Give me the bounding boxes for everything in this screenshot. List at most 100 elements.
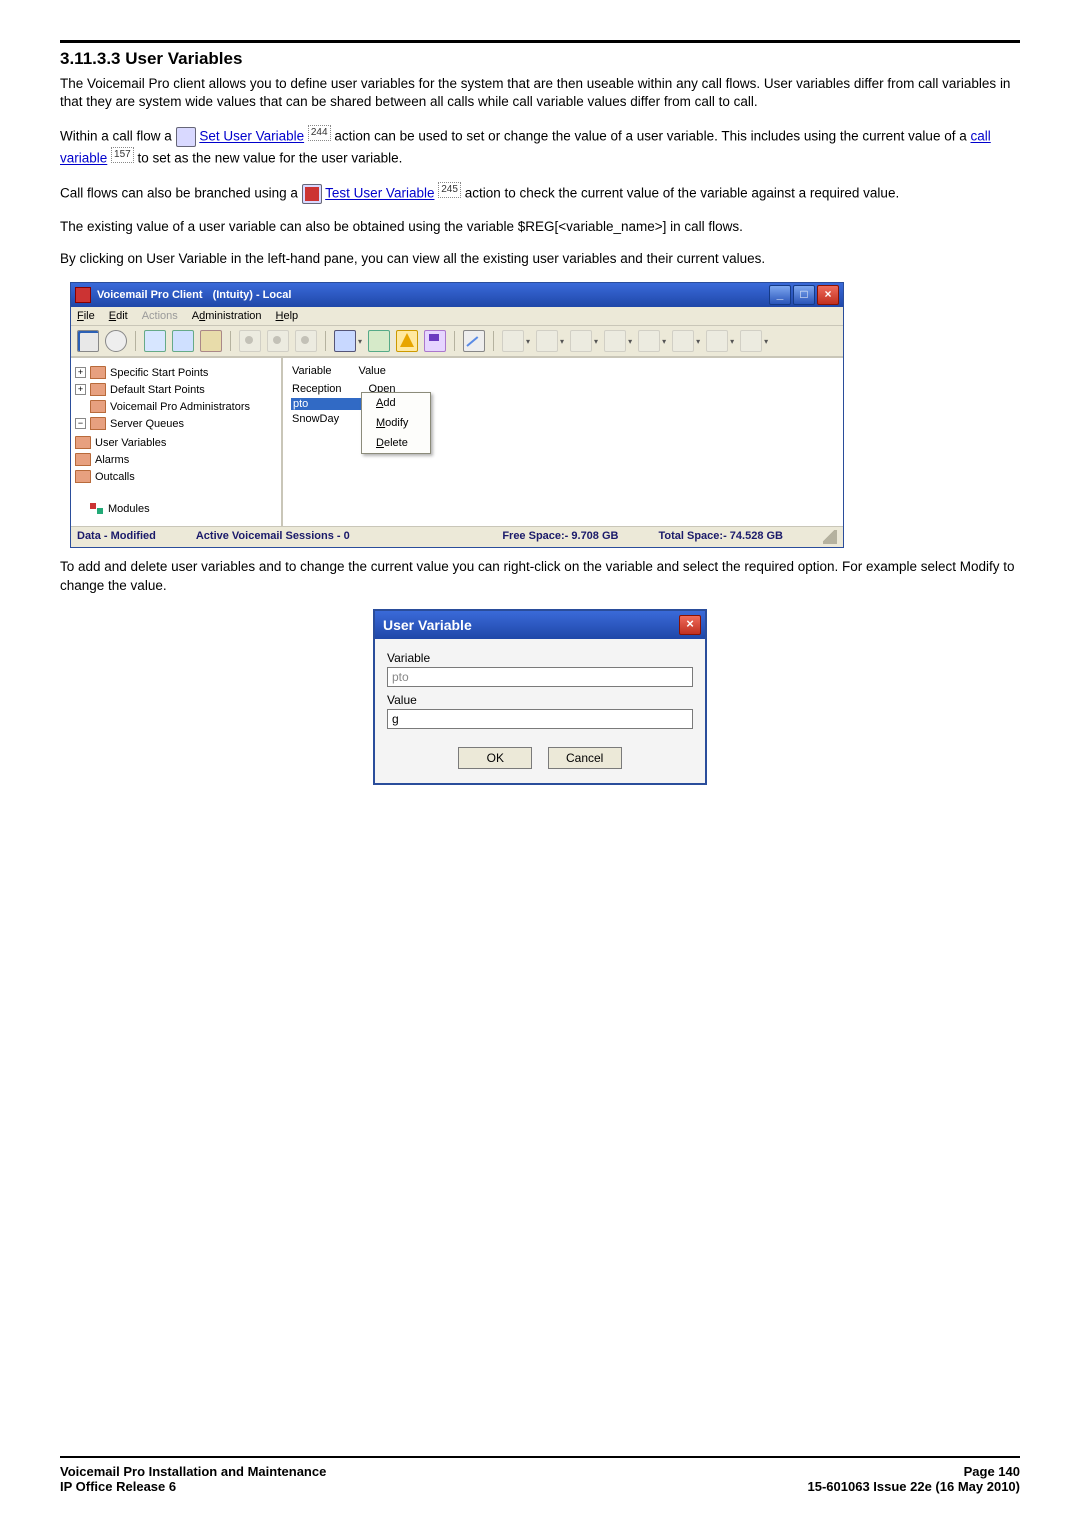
save-icon[interactable] (77, 330, 99, 352)
status-total-space: Total Space:- 74.528 GB (658, 530, 783, 544)
set-user-variable-link[interactable]: Set User Variable (199, 129, 304, 144)
menu-file[interactable]: File (77, 310, 95, 322)
dialog-titlebar: User Variable × (375, 611, 705, 639)
menu-actions: Actions (142, 310, 178, 322)
paragraph-6: To add and delete user variables and to … (60, 558, 1020, 594)
queue-actions-icon[interactable] (740, 330, 768, 352)
minimize-button[interactable]: _ (769, 285, 791, 305)
user-variable-dialog: User Variable × Variable Value OK Cancel (373, 609, 707, 785)
test-user-variable-icon (302, 184, 322, 204)
cancel-button[interactable]: Cancel (548, 747, 622, 769)
tree-vmpro-admins[interactable]: Voicemail Pro Administrators (75, 398, 277, 415)
cell-variable: pto (291, 398, 366, 410)
telephony-actions-icon[interactable] (604, 330, 632, 352)
status-sessions: Active Voicemail Sessions - 0 (196, 530, 350, 544)
tree-user-variables[interactable]: User Variables (75, 434, 277, 451)
tree-label: User Variables (95, 437, 166, 449)
p2-a: Within a call flow a (60, 129, 176, 144)
folder-icon (75, 436, 91, 449)
footer-page: Page 140 (808, 1464, 1021, 1479)
cell-variable: SnowDay (291, 412, 366, 426)
col-variable: Variable (291, 364, 356, 378)
db-actions-icon[interactable] (706, 330, 734, 352)
footer-rule (60, 1456, 1020, 1458)
tree-modules[interactable]: Modules (75, 501, 277, 517)
expand-icon[interactable]: + (75, 384, 86, 395)
tree-specific-start-points[interactable]: + Specific Start Points (75, 364, 277, 381)
tree-alarms[interactable]: Alarms (75, 451, 277, 468)
titlebar: Voicemail Pro Client (Intuity) - Local _… (71, 283, 843, 307)
label-value: Value (387, 693, 693, 707)
top-rule (60, 40, 1020, 43)
p3-b: action to check the current value of the… (465, 186, 900, 201)
folder-icon (90, 383, 106, 396)
status-data: Data - Modified (77, 530, 156, 544)
ctx-modify[interactable]: Modify (362, 413, 430, 433)
close-button[interactable]: × (817, 285, 839, 305)
collapse-icon[interactable]: − (75, 418, 86, 429)
input-variable (387, 667, 693, 687)
tree-default-start-points[interactable]: + Default Start Points (75, 381, 277, 398)
tree-label: Outcalls (95, 471, 135, 483)
dialog-title: User Variable (383, 617, 472, 633)
col-value: Value (358, 364, 410, 378)
preferences-icon[interactable] (105, 330, 127, 352)
menu-administration[interactable]: Administration (192, 310, 262, 322)
expand-icon[interactable]: + (75, 367, 86, 378)
flag-icon[interactable] (424, 330, 446, 352)
paragraph-3: Call flows can also be branched using a … (60, 182, 1020, 204)
variable-header: Variable Value (289, 362, 412, 380)
condition-actions-icon[interactable] (672, 330, 700, 352)
ctx-delete[interactable]: Delete (362, 433, 430, 453)
folder-icon (90, 400, 106, 413)
folder-icon (90, 417, 106, 430)
context-menu: Add Modify Delete (361, 392, 431, 454)
modules-icon (90, 503, 104, 515)
tree-label: Specific Start Points (110, 367, 208, 379)
section-heading: 3.11.3.3 User Variables (60, 49, 1020, 69)
paste-icon[interactable] (200, 330, 222, 352)
tree-outcalls[interactable]: Outcalls (75, 468, 277, 485)
misc-actions-icon[interactable] (638, 330, 666, 352)
test-user-variable-link[interactable]: Test User Variable (325, 186, 434, 201)
connector-tool[interactable] (334, 330, 362, 352)
input-value[interactable] (387, 709, 693, 729)
copy-icon[interactable] (172, 330, 194, 352)
mailbox-actions-icon[interactable] (536, 330, 564, 352)
folder-icon (90, 366, 106, 379)
tree-server-queues[interactable]: − Server Queues (75, 415, 277, 432)
app-subtitle: (Intuity) - Local (213, 289, 292, 301)
ok-button[interactable]: OK (458, 747, 532, 769)
resize-grip-icon[interactable] (823, 530, 837, 544)
page-ref-245: 245 (438, 182, 461, 198)
config-actions-icon[interactable] (570, 330, 598, 352)
user-add-icon (239, 330, 261, 352)
p2-b: action can be used to set or change the … (334, 129, 970, 144)
footer-issue: 15-601063 Issue 22e (16 May 2010) (808, 1479, 1021, 1494)
app-body: + Specific Start Points + Default Start … (71, 357, 843, 526)
pencil-icon[interactable] (463, 330, 485, 352)
page-ref-157: 157 (111, 147, 134, 163)
toolbar (71, 326, 843, 357)
tree-label: Voicemail Pro Administrators (110, 401, 250, 413)
tree-pane: + Specific Start Points + Default Start … (71, 358, 283, 526)
warning-icon[interactable] (396, 330, 418, 352)
paragraph-2: Within a call flow a Set User Variable 2… (60, 125, 1020, 168)
play-icon[interactable] (368, 330, 390, 352)
footer-release: IP Office Release 6 (60, 1479, 326, 1494)
statusbar: Data - Modified Active Voicemail Session… (71, 526, 843, 547)
cut-icon[interactable] (144, 330, 166, 352)
cell-variable: Reception (291, 382, 366, 396)
toolbar-separator (230, 331, 231, 351)
toolbar-separator (493, 331, 494, 351)
ctx-add[interactable]: Add (362, 393, 430, 413)
menu-help[interactable]: Help (276, 310, 299, 322)
maximize-button[interactable]: □ (793, 285, 815, 305)
basic-actions-icon[interactable] (502, 330, 530, 352)
page-ref-244: 244 (308, 125, 331, 141)
footer: Voicemail Pro Installation and Maintenan… (60, 1464, 1020, 1494)
set-user-variable-icon (176, 127, 196, 147)
dialog-close-button[interactable]: × (679, 615, 701, 635)
folder-icon (75, 470, 91, 483)
menu-edit[interactable]: Edit (109, 310, 128, 322)
